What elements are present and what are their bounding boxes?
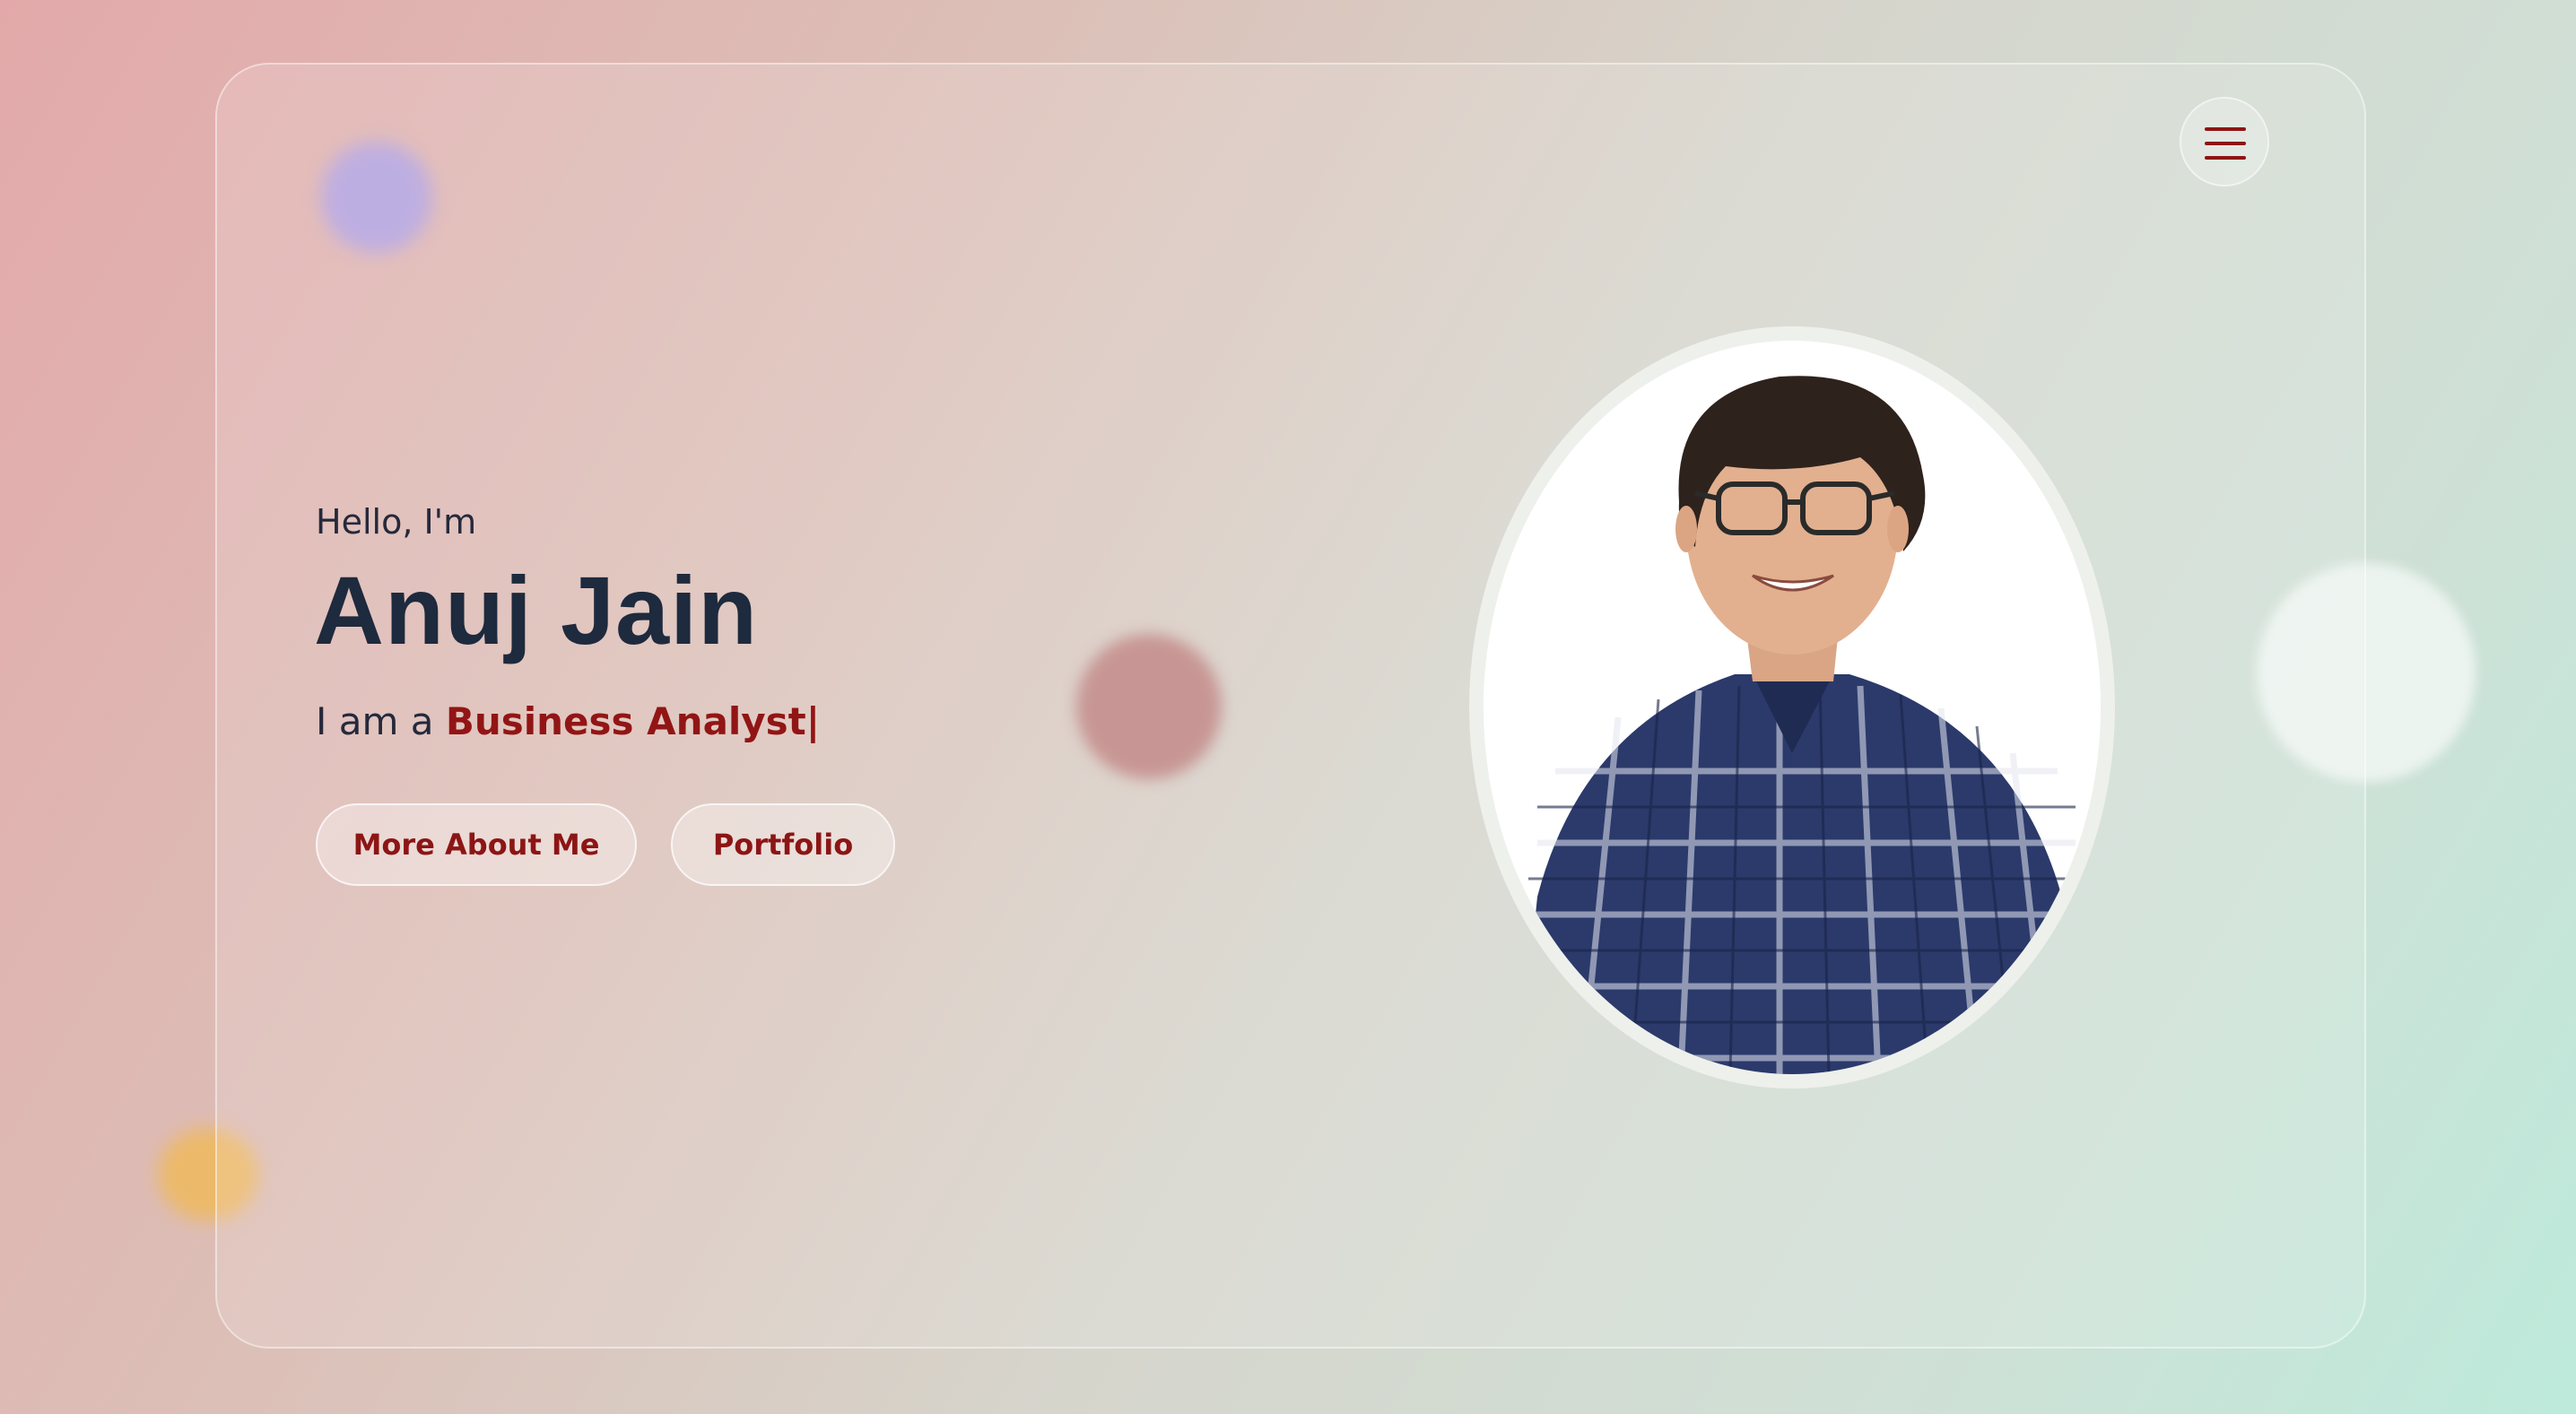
- person-illustration: [1484, 341, 2101, 1074]
- typing-cursor: |: [805, 699, 821, 743]
- more-about-me-button[interactable]: More About Me: [316, 803, 637, 886]
- role-line: I am a Business Analyst|: [316, 699, 820, 743]
- role-text: Business Analyst: [445, 699, 806, 743]
- hero-name: Anuj Jain: [314, 556, 759, 664]
- hamburger-menu-icon: [2205, 127, 2246, 131]
- portfolio-button[interactable]: Portfolio: [671, 803, 895, 886]
- portrait-photo: [1484, 341, 2101, 1074]
- role-prefix: I am a: [316, 699, 434, 743]
- decorative-red-blob: [1076, 634, 1222, 779]
- greeting-text: Hello, I'm: [316, 502, 477, 542]
- menu-button[interactable]: [2180, 97, 2269, 187]
